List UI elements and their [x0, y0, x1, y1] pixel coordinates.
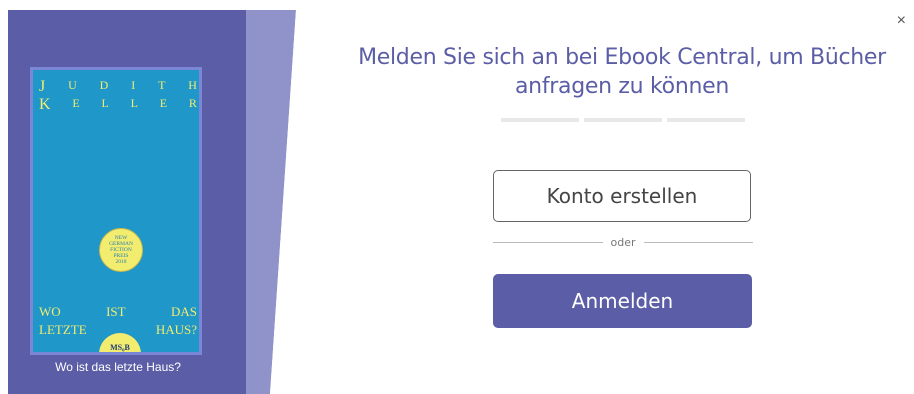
award-seal: NEW GERMAN FICTION PREIS 2018 — [99, 228, 143, 272]
progress-step — [501, 118, 579, 122]
progress-step — [667, 118, 745, 122]
login-dialog: J U D I T H K E L L E R NEW GERMAN FICTI… — [0, 0, 914, 394]
login-button[interactable]: Anmelden — [493, 274, 752, 328]
or-divider: oder — [493, 235, 754, 249]
progress-step — [584, 118, 662, 122]
divider-label: oder — [610, 235, 636, 249]
dialog-heading: Melden Sie sich an bei Ebook Central, um… — [358, 45, 886, 99]
create-account-button[interactable]: Konto erstellen — [493, 170, 751, 222]
cover-title-row1: WO IST DAS — [39, 304, 197, 319]
book-panel: J U D I T H K E L L E R NEW GERMAN FICTI… — [0, 0, 300, 394]
cover-author-first: J U D I T H — [39, 78, 197, 95]
cover-author-last: K E L L E R — [39, 96, 197, 113]
divider-line — [643, 241, 754, 243]
divider-line — [493, 241, 603, 243]
close-icon[interactable]: × — [897, 13, 906, 29]
book-cover[interactable]: J U D I T H K E L L E R NEW GERMAN FICTI… — [30, 67, 202, 355]
progress-indicator — [501, 118, 745, 122]
book-title-caption: Wo ist das letzte Haus? — [55, 360, 181, 374]
